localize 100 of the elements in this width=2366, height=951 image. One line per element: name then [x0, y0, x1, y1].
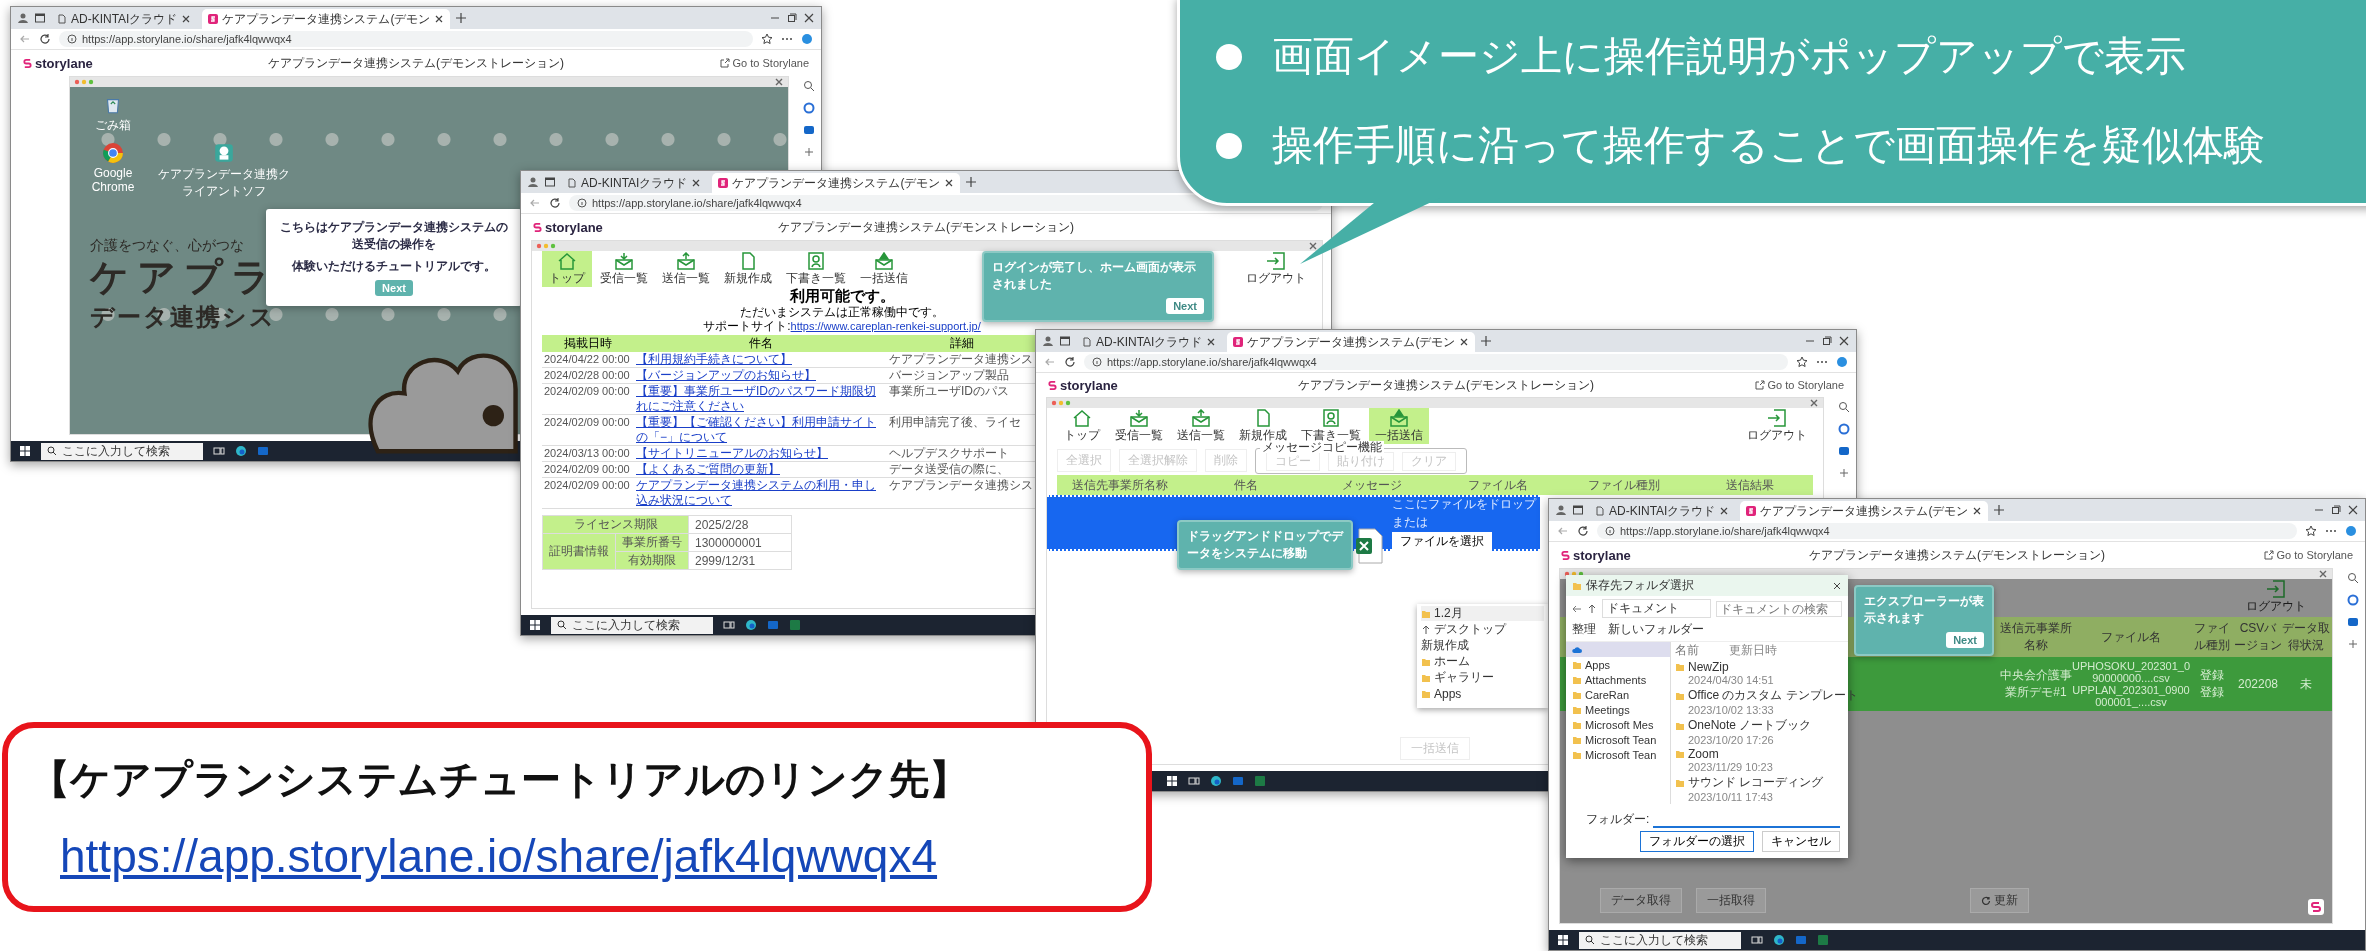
browser-app-icon[interactable] — [745, 619, 757, 631]
tab-actions-icon[interactable] — [34, 12, 46, 24]
tab-actions-icon[interactable] — [1572, 504, 1584, 516]
reload-icon[interactable] — [39, 33, 51, 45]
circle-app-icon[interactable] — [1838, 423, 1850, 435]
folder-name[interactable]: NewZip — [1688, 660, 1729, 674]
refresh-button[interactable]: 更新 — [1969, 888, 2029, 913]
browser-app-icon[interactable] — [1210, 775, 1222, 787]
cloud-icon[interactable] — [1572, 644, 1582, 655]
windows-start-icon[interactable] — [1557, 934, 1569, 946]
tree-item[interactable]: Attachments — [1585, 673, 1647, 686]
browser-tab[interactable]: AD-KINTAIクラウド — [1589, 501, 1736, 521]
go-to-link[interactable]: Go to Storylane — [2263, 549, 2353, 561]
file-select-button[interactable]: ファイルを選択 — [1392, 531, 1492, 551]
address-field[interactable]: https://app.storylane.io/share/jafk4lqwwqx4 — [59, 31, 753, 47]
tab-actions-icon[interactable] — [544, 176, 556, 188]
close-icon[interactable] — [1838, 335, 1850, 347]
circle-app-icon[interactable] — [2347, 594, 2359, 606]
info-icon[interactable] — [1092, 357, 1102, 367]
close-icon[interactable] — [1308, 241, 1318, 251]
folder-name[interactable]: Office のカスタム テンプレート — [1688, 687, 1858, 704]
star-icon[interactable] — [761, 33, 773, 45]
tab-actions-icon[interactable] — [1059, 335, 1071, 347]
spreadsheet-app-icon[interactable] — [1254, 775, 1266, 787]
close-icon[interactable] — [181, 14, 192, 24]
restore-icon[interactable] — [1821, 335, 1833, 347]
browser-app-icon[interactable] — [102, 142, 124, 164]
tree-item[interactable]: CareRan — [1585, 688, 1630, 701]
logo-icon[interactable] — [2308, 899, 2324, 915]
info-icon[interactable] — [1605, 526, 1615, 536]
news-link[interactable]: 【バージョンアップのお知らせ】 — [636, 368, 816, 383]
mail-app-icon[interactable] — [1795, 934, 1807, 946]
task-view-icon[interactable] — [1188, 775, 1200, 787]
taskbar-search-field[interactable]: ここに入力して検索 — [551, 616, 713, 634]
logout-button[interactable]: ログアウト — [1741, 408, 1813, 444]
go-to-link[interactable]: Go to Storylane — [1754, 379, 1844, 391]
nav-button[interactable]: 下書き一覧 — [780, 251, 852, 287]
mail-app-icon[interactable] — [1232, 775, 1244, 787]
news-link[interactable]: 【利用規約手続きについて】 — [636, 352, 792, 367]
nav-button[interactable]: 新規作成 — [1233, 408, 1293, 444]
nav-item[interactable]: Apps — [1434, 686, 1462, 701]
nav-item[interactable]: ホーム — [1434, 653, 1470, 670]
close-icon[interactable] — [2318, 569, 2328, 579]
browser-tab[interactable]: AD-KINTAIクラウド — [1076, 332, 1223, 352]
windows-start-icon[interactable] — [19, 445, 31, 457]
nav-button[interactable]: 一括送信 — [854, 251, 914, 287]
task-view-icon[interactable] — [213, 445, 225, 457]
plus-icon[interactable] — [1480, 335, 1493, 347]
mail-app-icon[interactable] — [767, 619, 779, 631]
profile-icon[interactable] — [1042, 335, 1054, 347]
info-icon[interactable] — [577, 198, 587, 208]
browser-tab[interactable]: ケアプランデータ連携システム(デモン — [712, 173, 961, 193]
browser-tab[interactable]: AD-KINTAIクラウド — [51, 9, 198, 29]
folder-name[interactable]: サウンド レコーディング — [1688, 774, 1824, 791]
taskbar-search-field[interactable]: ここに入力して検索 — [41, 442, 203, 460]
close-icon[interactable] — [1459, 337, 1470, 347]
new-button[interactable]: 新規作成 — [1421, 637, 1469, 654]
organize-button[interactable]: 整理 — [1572, 621, 1596, 638]
assistant-icon[interactable] — [2345, 525, 2357, 537]
nav-button[interactable]: 送信一覧 — [1171, 408, 1231, 444]
nav-button[interactable]: 新規作成 — [718, 251, 778, 287]
nav-button[interactable]: 送信一覧 — [656, 251, 716, 287]
reload-icon[interactable] — [1577, 525, 1589, 537]
close-icon[interactable] — [803, 12, 815, 24]
fetch-button[interactable]: データ取得 — [1600, 888, 1682, 913]
plus-icon[interactable] — [455, 12, 468, 24]
nav-item[interactable]: ギャラリー — [1434, 669, 1494, 686]
plus-icon[interactable] — [803, 146, 815, 158]
mail-app-icon[interactable] — [257, 445, 269, 457]
news-link[interactable]: 【サイトリニューアルのお知らせ】 — [636, 446, 828, 461]
folder-name[interactable]: Zoom — [1688, 747, 1719, 761]
restore-icon[interactable] — [786, 12, 798, 24]
close-icon[interactable] — [434, 14, 445, 24]
task-view-icon[interactable] — [1751, 934, 1763, 946]
path-text[interactable]: デスクトップ — [1434, 621, 1506, 638]
browser-tab[interactable]: AD-KINTAIクラウド — [561, 173, 708, 193]
fetch-all-button[interactable]: 一括取得 — [1696, 888, 1766, 913]
news-link[interactable]: 【重要】【ご確認ください】利用申請サイトの「−」について — [636, 415, 885, 445]
close-icon[interactable] — [1972, 506, 1983, 516]
plus-icon[interactable] — [2347, 638, 2359, 650]
search-field[interactable]: ドキュメントの検索 — [1716, 600, 1842, 617]
browser-tab[interactable]: ケアプランデータ連携システム(デモン — [1740, 501, 1989, 521]
close-icon[interactable] — [1206, 337, 1217, 347]
windows-start-icon[interactable] — [1166, 775, 1178, 787]
assistant-icon[interactable] — [801, 33, 813, 45]
close-icon[interactable] — [944, 178, 955, 188]
nav-button[interactable]: トップ — [542, 251, 592, 287]
news-link[interactable]: 【よくあるご質問の更新】 — [636, 462, 780, 477]
taskbar-search-field[interactable]: ここに入力して検索 — [1579, 931, 1741, 949]
logout-button[interactable]: ログアウト — [1240, 251, 1312, 287]
close-icon[interactable] — [774, 77, 784, 87]
profile-icon[interactable] — [1555, 504, 1567, 516]
mail-app-icon[interactable] — [803, 124, 815, 136]
info-icon[interactable] — [67, 34, 77, 44]
tree-item[interactable]: Microsoft Mes — [1585, 718, 1654, 731]
next-button[interactable]: Next — [1946, 632, 1984, 648]
circle-app-icon[interactable] — [803, 102, 815, 114]
up-arrow-icon[interactable] — [1421, 624, 1431, 635]
app-shortcut-icon[interactable] — [213, 142, 235, 164]
plus-icon[interactable] — [1993, 504, 2006, 516]
